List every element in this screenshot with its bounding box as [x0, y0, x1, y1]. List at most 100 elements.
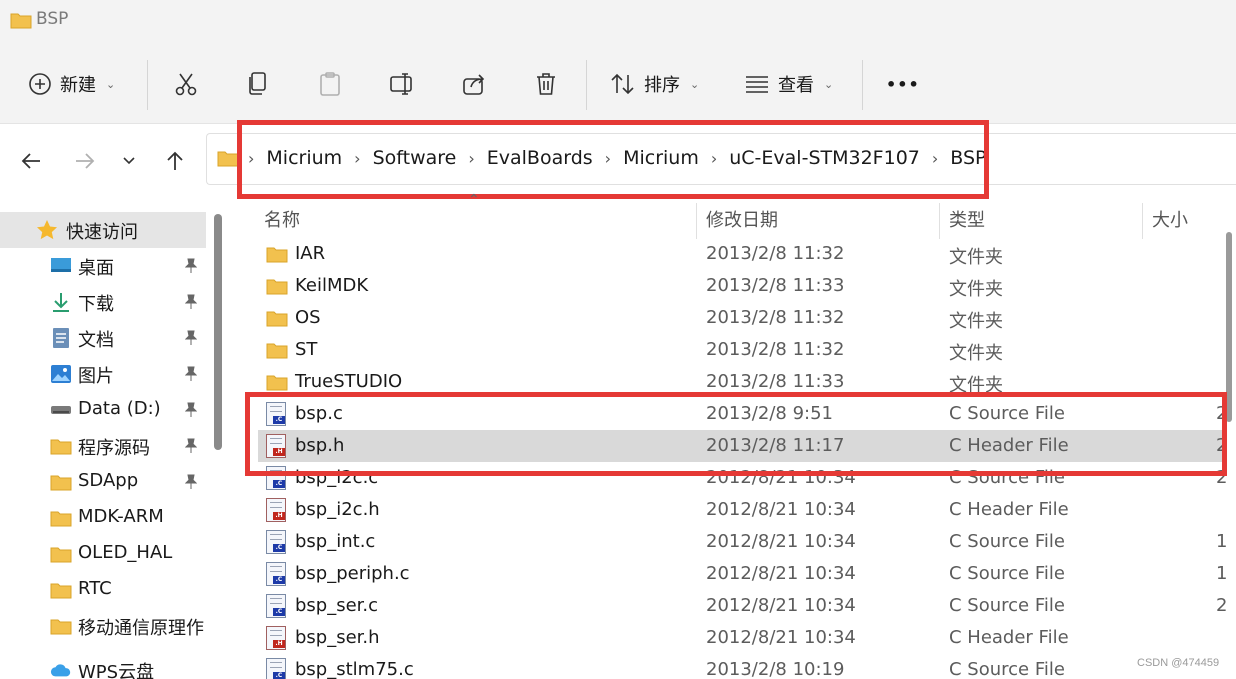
file-size: 1	[1216, 531, 1226, 552]
c-source-file-icon: .C	[266, 658, 288, 679]
file-name: bsp_ser.c	[295, 595, 379, 616]
sidebar-scrollbar[interactable]	[214, 214, 222, 450]
command-bar: 新建 ⌄ 排序 ⌄ 查看 ⌄ •••	[0, 42, 1236, 124]
sidebar-item[interactable]: RTC	[0, 572, 206, 608]
file-row[interactable]: .H bsp_i2c.h 2012/8/21 10:34 C Header File	[258, 494, 1222, 526]
file-type: C Source File	[949, 563, 1065, 584]
highlight-box	[245, 392, 1227, 476]
file-type: 文件夹	[949, 247, 1003, 268]
sidebar-item-label: RTC	[78, 578, 112, 599]
sidebar-item[interactable]: OLED_HAL	[0, 536, 206, 572]
folder-icon	[217, 149, 239, 171]
sidebar-item[interactable]: 文档	[0, 320, 206, 356]
folder-icon	[10, 11, 32, 33]
pin-icon	[184, 258, 198, 278]
pin-icon	[184, 402, 198, 422]
copy-button[interactable]	[240, 66, 276, 102]
divider	[862, 60, 863, 110]
arrow-right-icon	[76, 153, 95, 169]
file-modified: 2013/2/8 11:33	[706, 275, 845, 296]
chevron-down-icon: ⌄	[690, 77, 700, 91]
plus-circle-icon	[29, 73, 51, 95]
rename-button[interactable]	[384, 66, 420, 102]
file-name: ST	[295, 339, 318, 360]
delete-button[interactable]	[528, 66, 564, 102]
file-row[interactable]: .C bsp_periph.c 2012/8/21 10:34 C Source Fi…	[258, 558, 1226, 590]
sidebar-item[interactable]: 下载	[0, 284, 206, 320]
file-type: C Header File	[949, 627, 1069, 648]
file-row[interactable]: ST 2013/2/8 11:32 文件夹	[258, 334, 1222, 366]
file-row[interactable]: KeilMDK 2013/2/8 11:33 文件夹	[258, 270, 1222, 302]
sidebar-item[interactable]: 移动通信原理作	[0, 608, 206, 644]
file-row[interactable]: OS 2013/2/8 11:32 文件夹	[258, 302, 1222, 334]
file-type: 文件夹	[949, 343, 1003, 364]
c-source-file-icon: .C	[266, 530, 288, 554]
file-row[interactable]: .H bsp_ser.h 2012/8/21 10:34 C Header File	[258, 622, 1222, 654]
copy-icon	[249, 72, 266, 95]
file-type: 文件夹	[949, 279, 1003, 300]
file-modified: 2012/8/21 10:34	[706, 627, 856, 648]
file-modified: 2013/2/8 11:32	[706, 307, 845, 328]
share-icon	[463, 74, 485, 95]
file-type: 文件夹	[949, 311, 1003, 332]
pin-icon	[184, 330, 198, 350]
file-type: C Source File	[949, 595, 1065, 616]
file-row[interactable]: IAR 2013/2/8 11:32 文件夹	[258, 238, 1222, 270]
view-button[interactable]: 查看 ⌄	[744, 62, 833, 106]
paste-button[interactable]	[312, 66, 348, 102]
clipboard-icon	[320, 72, 340, 96]
share-button[interactable]	[456, 66, 492, 102]
cloud-icon	[50, 659, 72, 679]
sort-button[interactable]: 排序 ⌄	[610, 62, 699, 106]
column-header-name[interactable]: 名称	[264, 206, 300, 232]
new-button[interactable]: 新建 ⌄	[28, 62, 115, 106]
file-row[interactable]: .C bsp_stlm75.c 2013/2/8 10:19 C Source Fil…	[258, 654, 1222, 679]
chevron-down-icon: ⌄	[106, 77, 116, 91]
folder-icon	[50, 579, 72, 601]
sidebar-item[interactable]: SDApp	[0, 464, 206, 500]
folder-icon	[266, 277, 288, 301]
folder-icon	[50, 471, 72, 493]
column-header-size[interactable]: 大小	[1152, 206, 1188, 232]
divider	[147, 60, 148, 110]
new-label: 新建	[60, 75, 96, 96]
up-button[interactable]	[158, 144, 192, 178]
file-type: C Source File	[949, 531, 1065, 552]
sidebar-item[interactable]: Data (D:)	[0, 392, 206, 428]
more-button[interactable]: •••	[886, 62, 920, 106]
cut-button[interactable]	[168, 66, 204, 102]
file-name: bsp_ser.h	[295, 627, 380, 648]
file-modified: 2013/2/8 10:19	[706, 659, 845, 679]
column-divider[interactable]	[696, 203, 697, 239]
file-name: bsp_periph.c	[295, 563, 410, 584]
file-name: bsp_int.c	[295, 531, 376, 552]
sidebar-item[interactable]: MDK-ARM	[0, 500, 206, 536]
column-divider[interactable]	[1142, 203, 1143, 239]
folder-icon	[266, 341, 288, 365]
sidebar-item[interactable]: 桌面	[0, 248, 206, 284]
file-modified: 2013/2/8 11:32	[706, 243, 845, 264]
sidebar-item[interactable]: WPS云盘	[0, 652, 206, 679]
file-modified: 2013/2/8 11:32	[706, 339, 845, 360]
column-divider[interactable]	[939, 203, 940, 239]
file-name: TrueSTUDIO	[295, 371, 403, 392]
file-row[interactable]: .C bsp_int.c 2012/8/21 10:34 C Source File 1	[258, 526, 1226, 558]
arrow-left-icon	[21, 153, 40, 169]
column-header-modified[interactable]: 修改日期	[706, 206, 778, 232]
pin-icon	[184, 366, 198, 386]
sidebar-item-label: OLED_HAL	[78, 542, 173, 563]
arrow-up-icon	[167, 151, 183, 170]
column-header-type[interactable]: 类型	[949, 206, 985, 232]
back-button[interactable]	[14, 144, 48, 178]
file-name: OS	[295, 307, 321, 328]
recent-locations-button[interactable]	[112, 144, 146, 178]
forward-button[interactable]	[68, 144, 102, 178]
sidebar-item[interactable]: 快速访问	[0, 212, 206, 248]
sidebar-item[interactable]: 图片	[0, 356, 206, 392]
picture-icon	[50, 363, 72, 385]
folder-icon	[50, 543, 72, 565]
file-row[interactable]: .C bsp_ser.c 2012/8/21 10:34 C Source File 2	[258, 590, 1226, 622]
sidebar-item[interactable]: 程序源码	[0, 428, 206, 464]
highlight-box	[237, 120, 989, 199]
sidebar-item-label: 快速访问	[66, 222, 138, 243]
